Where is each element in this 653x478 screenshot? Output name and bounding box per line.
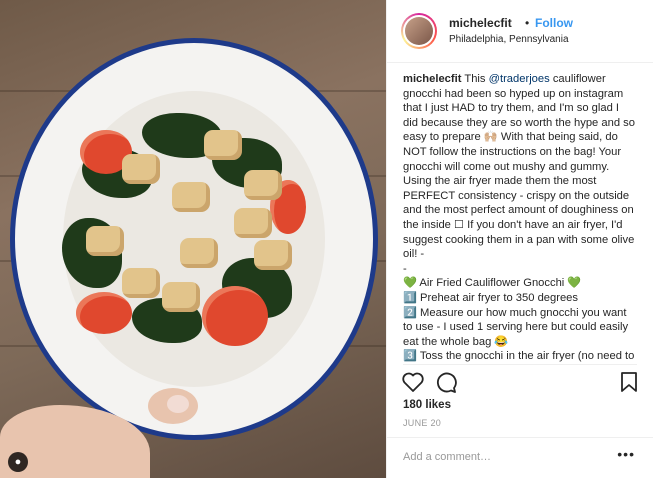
divider <box>403 364 637 365</box>
caption: michelecfit This @traderjoes cauliflower… <box>403 72 635 362</box>
gnocchi <box>122 268 160 298</box>
food <box>62 108 312 358</box>
gnocchi <box>86 226 124 256</box>
follow-button[interactable]: Follow <box>535 16 573 30</box>
header-username[interactable]: michelecfit <box>449 16 512 30</box>
recipe-step-2: 2️⃣ Measure our how much gnocchi you wan… <box>403 306 629 348</box>
post-sidebar: michelecfit • Follow Philadelphia, Penns… <box>386 0 653 478</box>
caption-username[interactable]: michelecfit <box>403 73 461 85</box>
location-link[interactable]: Philadelphia, Pennsylvania <box>449 34 569 45</box>
gnocchi <box>234 208 272 238</box>
gnocchi <box>162 282 200 312</box>
likes-count[interactable]: 180 likes <box>403 399 451 411</box>
avatar-frame <box>403 15 435 47</box>
comment-input[interactable]: Add a comment… <box>403 451 491 463</box>
caption-text: cauliflower gnocchi had been so hyped up… <box>403 73 635 261</box>
recipe-step-3: 3️⃣ Toss the gnocchi in the air fryer (n… <box>403 350 635 362</box>
divider <box>387 437 653 438</box>
heart-icon[interactable] <box>401 371 425 393</box>
person-icon[interactable]: ● <box>8 452 28 472</box>
comment-icon[interactable] <box>434 371 458 393</box>
gnocchi <box>204 130 242 160</box>
gnocchi <box>254 240 292 270</box>
caption-intro: This <box>464 73 486 85</box>
caption-mention[interactable]: @traderjoes <box>489 73 550 85</box>
header-separator: • <box>525 16 530 30</box>
post-date: JUNE 20 <box>403 418 442 428</box>
more-options-icon[interactable]: ••• <box>617 446 635 462</box>
post-header: michelecfit • Follow Philadelphia, Penns… <box>387 0 653 63</box>
caption-dash: - <box>403 262 407 275</box>
recipe-step-1: 1️⃣ Preheat air fryer to 350 degrees <box>403 291 578 304</box>
gnocchi <box>172 182 210 212</box>
gnocchi <box>122 154 160 184</box>
tomato-slice <box>76 292 132 334</box>
gnocchi <box>244 170 282 200</box>
recipe-title: 💚 Air Fried Cauliflower Gnocchi 💚 <box>403 277 582 290</box>
thumbnail <box>167 395 189 413</box>
post-photo[interactable]: ● <box>0 0 386 478</box>
avatar[interactable] <box>401 13 437 49</box>
action-bar <box>401 371 641 395</box>
bookmark-icon[interactable] <box>619 371 639 393</box>
instagram-post: ● michelecfit • Follow Philadelphia, Pen… <box>0 0 653 478</box>
avatar-image <box>405 17 433 45</box>
gnocchi <box>180 238 218 268</box>
tomato-slice <box>202 286 268 346</box>
